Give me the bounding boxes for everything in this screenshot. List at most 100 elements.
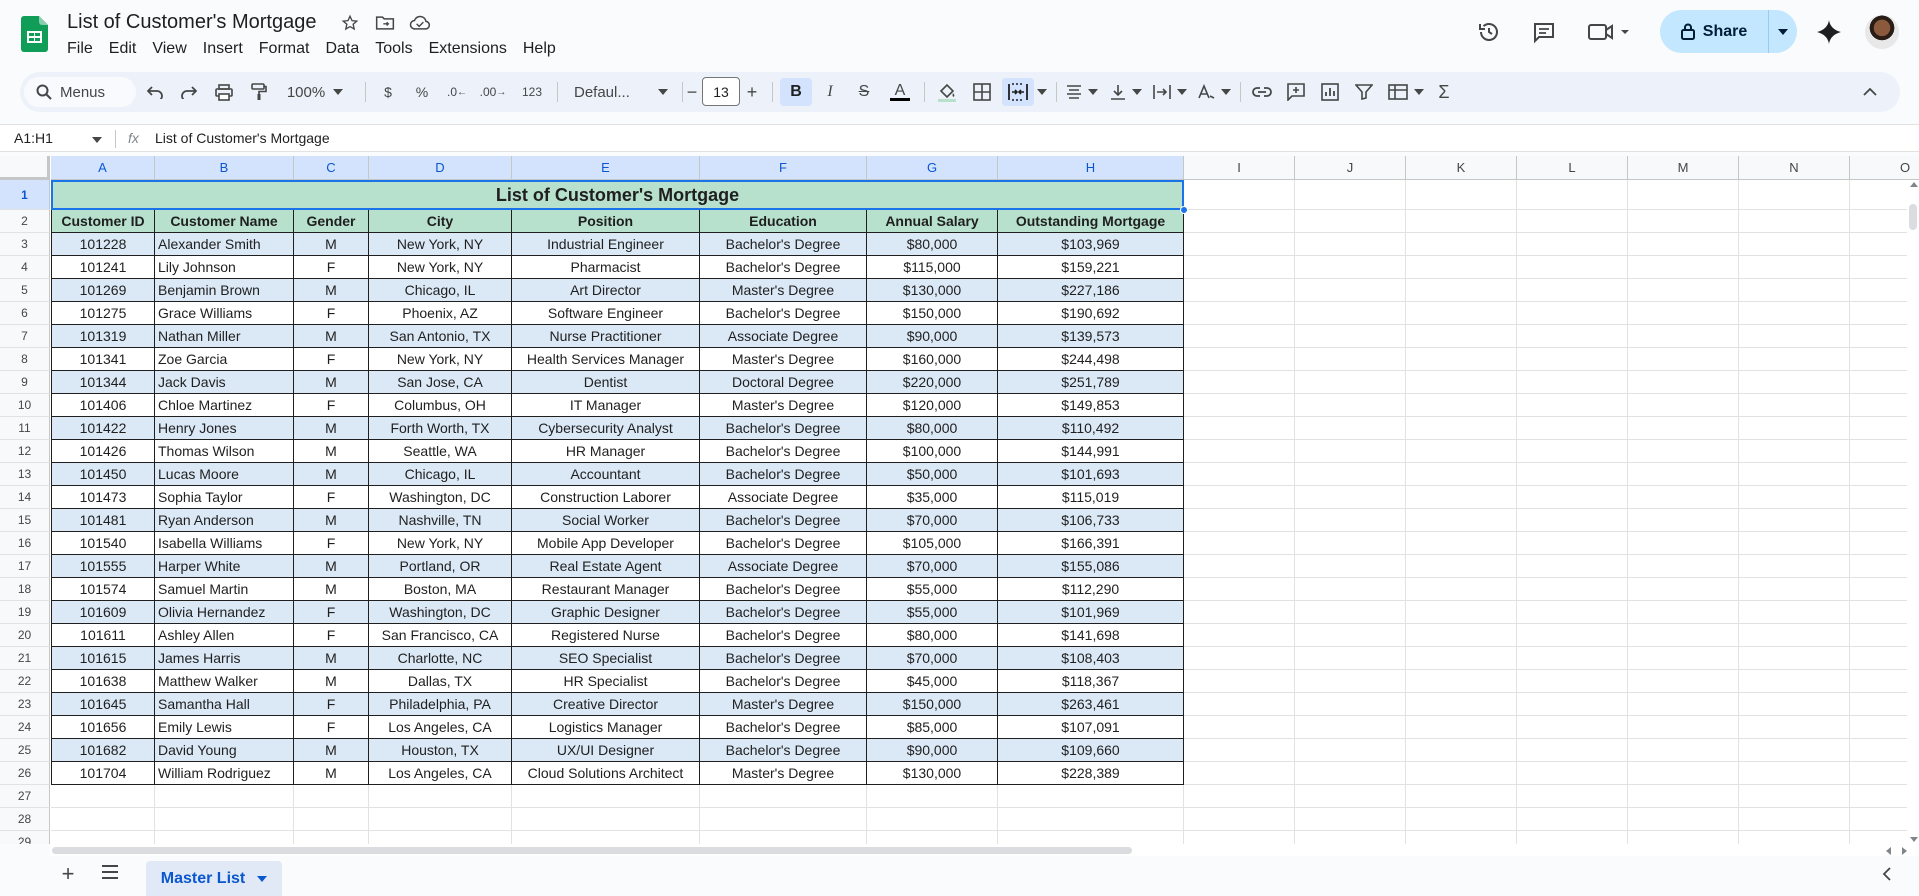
menu-file[interactable]: File (67, 40, 101, 58)
table-cell[interactable]: Boston, MA (369, 578, 512, 601)
table-cell[interactable]: $110,492 (998, 417, 1184, 440)
column-title[interactable]: Customer ID (51, 210, 155, 233)
table-cell[interactable]: $80,000 (867, 417, 998, 440)
table-cell[interactable]: M (294, 233, 369, 256)
column-header[interactable]: J (1295, 156, 1406, 180)
row-header[interactable]: 19 (0, 601, 50, 624)
table-cell[interactable]: 101275 (51, 302, 155, 325)
table-cell[interactable]: $141,698 (998, 624, 1184, 647)
fill-color-icon[interactable] (934, 78, 960, 106)
document-title[interactable]: List of Customer's Mortgage (67, 11, 316, 34)
table-cell[interactable]: Bachelor's Degree (700, 509, 867, 532)
row-header[interactable]: 28 (0, 808, 50, 831)
table-cell[interactable]: 101344 (51, 371, 155, 394)
menu-edit[interactable]: Edit (109, 40, 145, 58)
row-header[interactable]: 4 (0, 256, 50, 279)
row-header[interactable]: 9 (0, 371, 50, 394)
undo-icon[interactable] (144, 78, 166, 106)
table-cell[interactable]: Doctoral Degree (700, 371, 867, 394)
table-cell[interactable]: $120,000 (867, 394, 998, 417)
table-cell[interactable]: Bachelor's Degree (700, 256, 867, 279)
table-cell[interactable]: Bachelor's Degree (700, 578, 867, 601)
row-header[interactable]: 29 (0, 831, 50, 844)
column-header[interactable]: C (294, 156, 369, 180)
column-header[interactable]: I (1184, 156, 1295, 180)
table-cell[interactable]: 101481 (51, 509, 155, 532)
table-cell[interactable]: $55,000 (867, 601, 998, 624)
table-cell[interactable]: M (294, 440, 369, 463)
table-cell[interactable]: 101426 (51, 440, 155, 463)
share-dropdown-icon[interactable] (1769, 10, 1797, 53)
row-header[interactable]: 27 (0, 785, 50, 808)
table-cell[interactable]: Bachelor's Degree (700, 716, 867, 739)
table-cell[interactable]: M (294, 647, 369, 670)
row-header[interactable]: 3 (0, 233, 50, 256)
row-header[interactable]: 17 (0, 555, 50, 578)
share-button[interactable]: Share (1660, 10, 1797, 53)
table-cell[interactable]: Forth Worth, TX (369, 417, 512, 440)
table-cell[interactable]: Samantha Hall (155, 693, 294, 716)
row-header[interactable]: 14 (0, 486, 50, 509)
table-title[interactable]: List of Customer's Mortgage (51, 180, 1184, 210)
table-cell[interactable]: $101,969 (998, 601, 1184, 624)
table-cell[interactable]: M (294, 739, 369, 762)
table-cell[interactable]: $85,000 (867, 716, 998, 739)
table-cell[interactable]: Accountant (512, 463, 700, 486)
menus-search[interactable]: Menus (24, 77, 136, 107)
table-cell[interactable]: $80,000 (867, 233, 998, 256)
table-cell[interactable]: Bachelor's Degree (700, 463, 867, 486)
table-cell[interactable]: F (294, 601, 369, 624)
table-cell[interactable]: $149,853 (998, 394, 1184, 417)
row-header[interactable]: 7 (0, 325, 50, 348)
meet-video-icon[interactable] (1585, 16, 1633, 48)
avatar[interactable] (1865, 15, 1899, 49)
sheets-logo-icon[interactable] (21, 16, 48, 52)
table-cell[interactable]: 101574 (51, 578, 155, 601)
table-cell[interactable]: 101422 (51, 417, 155, 440)
menu-format[interactable]: Format (259, 40, 318, 58)
chevron-down-icon[interactable] (92, 137, 102, 143)
column-header[interactable]: A (51, 156, 155, 180)
horizontal-scrollbar[interactable] (50, 844, 1919, 856)
table-cell[interactable]: $115,019 (998, 486, 1184, 509)
column-title[interactable]: Gender (294, 210, 369, 233)
gemini-sparkle-icon[interactable] (1813, 16, 1845, 48)
table-cell[interactable]: Art Director (512, 279, 700, 302)
table-cell[interactable]: Samuel Martin (155, 578, 294, 601)
table-cell[interactable]: $118,367 (998, 670, 1184, 693)
table-cell[interactable]: $139,573 (998, 325, 1184, 348)
name-box[interactable]: A1:H1 (14, 130, 53, 146)
zoom-select[interactable]: 100% (282, 78, 348, 106)
table-cell[interactable]: M (294, 670, 369, 693)
table-cell[interactable]: $101,693 (998, 463, 1184, 486)
font-family-select[interactable]: Defaul... (568, 78, 674, 106)
table-cell[interactable]: F (294, 532, 369, 555)
table-cell[interactable]: 101611 (51, 624, 155, 647)
table-cell[interactable]: M (294, 509, 369, 532)
row-header[interactable]: 6 (0, 302, 50, 325)
table-cell[interactable]: Associate Degree (700, 555, 867, 578)
row-header[interactable]: 20 (0, 624, 50, 647)
table-cell[interactable]: IT Manager (512, 394, 700, 417)
row-header[interactable]: 12 (0, 440, 50, 463)
table-cell[interactable]: James Harris (155, 647, 294, 670)
table-cell[interactable]: F (294, 693, 369, 716)
table-cell[interactable]: Olivia Hernandez (155, 601, 294, 624)
row-header[interactable]: 13 (0, 463, 50, 486)
redo-icon[interactable] (178, 78, 200, 106)
column-header[interactable]: N (1739, 156, 1850, 180)
filter-icon[interactable] (1352, 78, 1376, 106)
star-icon[interactable] (339, 12, 361, 34)
table-cell[interactable]: $45,000 (867, 670, 998, 693)
menu-help[interactable]: Help (523, 40, 564, 58)
table-cell[interactable]: Grace Williams (155, 302, 294, 325)
table-cell[interactable]: 101638 (51, 670, 155, 693)
table-cell[interactable]: William Rodriguez (155, 762, 294, 785)
cloud-status-icon[interactable] (409, 12, 431, 34)
table-cell[interactable]: Phoenix, AZ (369, 302, 512, 325)
table-cell[interactable]: $155,086 (998, 555, 1184, 578)
table-cell[interactable]: $107,091 (998, 716, 1184, 739)
table-cell[interactable]: $55,000 (867, 578, 998, 601)
table-cell[interactable]: Lily Johnson (155, 256, 294, 279)
menu-tools[interactable]: Tools (375, 40, 420, 58)
